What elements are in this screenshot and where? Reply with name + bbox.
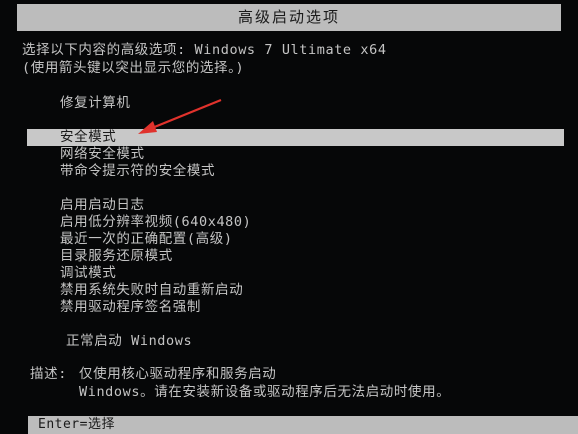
footer-bar: Enter=选择 xyxy=(28,416,578,434)
menu-item-safe-mode-cmd[interactable]: 带命令提示符的安全模式 xyxy=(60,163,215,180)
menu-item-safe-mode-networking[interactable]: 网络安全模式 xyxy=(60,146,145,163)
intro-os-line: 选择以下内容的高级选项: Windows 7 Ultimate x64 xyxy=(22,42,387,58)
menu-item-safe-mode[interactable]: 安全模式 xyxy=(27,129,564,146)
menu-item-disable-auto-restart[interactable]: 禁用系统失败时自动重新启动 xyxy=(60,282,243,299)
menu-item-last-known-good[interactable]: 最近一次的正确配置(高级) xyxy=(60,231,233,248)
menu-item-low-res-video[interactable]: 启用低分辨率视频(640x480) xyxy=(60,214,251,231)
title-bar: 高级启动选项 xyxy=(17,4,561,31)
description-label: 描述: xyxy=(30,366,67,382)
description-line-1: 仅使用核心驱动程序和服务启动 xyxy=(79,366,277,382)
menu-item-debugging[interactable]: 调试模式 xyxy=(60,265,116,282)
menu-item-disable-driver-sig[interactable]: 禁用驱动程序签名强制 xyxy=(60,299,201,316)
menu-item-start-normally[interactable]: 正常启动 Windows xyxy=(66,333,192,350)
menu-item-boot-logging[interactable]: 启用启动日志 xyxy=(60,197,145,214)
boot-screen: 高级启动选项 选择以下内容的高级选项: Windows 7 Ultimate x… xyxy=(0,0,578,434)
menu-item-repair[interactable]: 修复计算机 xyxy=(60,95,131,112)
intro-hint-line: (使用箭头键以突出显示您的选择。) xyxy=(22,60,245,76)
description-line-2: Windows。请在安装新设备或驱动程序后无法启动时使用。 xyxy=(79,384,451,400)
menu-item-ds-restore[interactable]: 目录服务还原模式 xyxy=(60,248,173,265)
